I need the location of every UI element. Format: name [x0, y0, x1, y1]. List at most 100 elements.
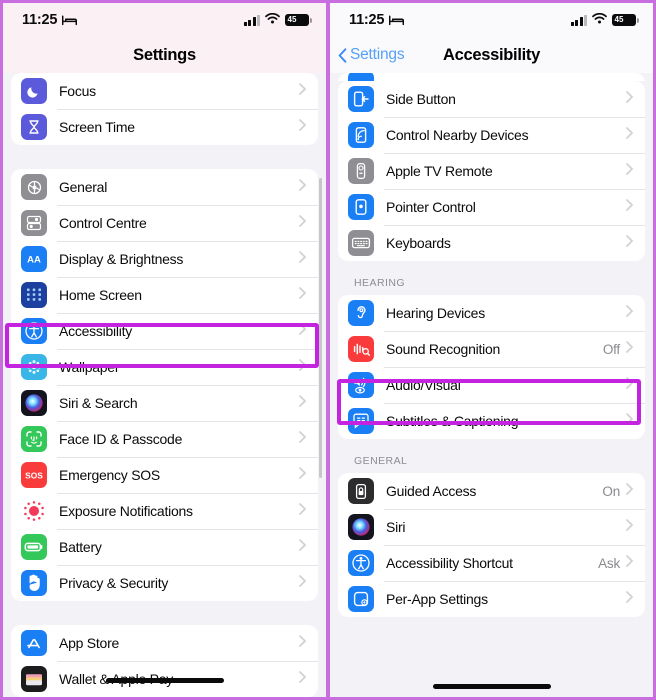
settings-row-privacy-security[interactable]: Privacy & Security [11, 565, 318, 601]
settings-row-wallpaper[interactable]: Wallpaper [11, 349, 318, 385]
settings-row-app-store[interactable]: App Store [11, 625, 318, 661]
row-label: Control Nearby Devices [386, 127, 529, 143]
accessibility-row-control-nearby-devices[interactable]: Control Nearby Devices [338, 117, 645, 153]
chevron-right-icon [626, 126, 634, 144]
system-group: General Control Centre AA Display & Brig… [11, 169, 318, 601]
face-id-icon [21, 426, 47, 452]
sound-recognition-icon [348, 336, 374, 362]
guided-access-lock-icon [348, 478, 374, 504]
settings-row-display-brightness[interactable]: AA Display & Brightness [11, 241, 318, 277]
row-label: Siri [386, 519, 406, 535]
row-label: Privacy & Security [59, 575, 169, 591]
chevron-right-icon [299, 118, 307, 136]
chevron-right-icon [626, 482, 634, 500]
settings-row-screen-time[interactable]: Screen Time [11, 109, 318, 145]
home-screen-grid-icon [21, 282, 47, 308]
right-status-bar: 11:25 45 [330, 3, 653, 37]
row-label: Accessibility [59, 323, 132, 339]
battery-level: 45 [287, 15, 297, 24]
status-time: 11:25 [349, 12, 385, 28]
focus-group: Focus Screen Time [11, 73, 318, 145]
chevron-left-icon [338, 47, 347, 63]
cellular-bars-icon [243, 14, 260, 26]
settings-row-home-screen[interactable]: Home Screen [11, 277, 318, 313]
cellular-bars-icon [570, 14, 587, 26]
chevron-right-icon [299, 394, 307, 412]
battery-green-icon [21, 534, 47, 560]
accessibility-row-hearing-devices[interactable]: Hearing Devices [338, 295, 645, 331]
partial-row[interactable] [338, 73, 645, 81]
partial-row-clip [330, 73, 653, 81]
row-label: Focus [59, 83, 96, 99]
hand-icon [21, 570, 47, 596]
row-label: Home Screen [59, 287, 142, 303]
accessibility-row-side-button[interactable]: Side Button [338, 81, 645, 117]
row-label: Apple TV Remote [386, 163, 493, 179]
accessibility-row-sound-recognition[interactable]: Sound Recognition Off [338, 331, 645, 367]
settings-row-accessibility[interactable]: Accessibility [11, 313, 318, 349]
settings-row-exposure-notifications[interactable]: Exposure Notifications [11, 493, 318, 529]
exposure-dot-icon [21, 498, 47, 524]
accessibility-row-audio-visual[interactable]: Audio/Visual [338, 367, 645, 403]
row-label: Audio/Visual [386, 377, 461, 393]
row-label: Display & Brightness [59, 251, 184, 267]
chevron-right-icon [299, 538, 307, 556]
row-value: Ask [598, 555, 620, 571]
row-label: Siri & Search [59, 395, 138, 411]
settings-row-control-centre[interactable]: Control Centre [11, 205, 318, 241]
subtitles-icon [348, 408, 374, 434]
row-label: Face ID & Passcode [59, 431, 183, 447]
partial-blue-icon [348, 73, 374, 81]
status-right: 45 [243, 11, 312, 29]
back-button[interactable]: Settings [330, 46, 405, 64]
per-app-settings-icon [348, 586, 374, 612]
ear-icon [348, 300, 374, 326]
right-nav-bar: Settings Accessibility [330, 37, 653, 73]
row-label: Pointer Control [386, 199, 476, 215]
accessibility-row-accessibility-shortcut[interactable]: Accessibility Shortcut Ask [338, 545, 645, 581]
row-label: Sound Recognition [386, 341, 501, 357]
settings-row-face-id-passcode[interactable]: Face ID & Passcode [11, 421, 318, 457]
settings-row-siri-search[interactable]: Siri & Search [11, 385, 318, 421]
row-label: Side Button [386, 91, 456, 107]
chevron-right-icon [299, 250, 307, 268]
right-accessibility-list[interactable]: Side Button Control Nearby Devices Apple… [330, 73, 653, 697]
chevron-right-icon [626, 376, 634, 394]
chevron-right-icon [299, 502, 307, 520]
left-settings-list[interactable]: Focus Screen Time General Control Centre… [3, 73, 326, 697]
chevron-right-icon [299, 178, 307, 196]
row-label: App Store [59, 635, 120, 651]
bed-icon [389, 14, 405, 26]
row-label: Accessibility Shortcut [386, 555, 513, 571]
accessibility-row-subtitles-captioning[interactable]: Subtitles & Captioning [338, 403, 645, 439]
accessibility-row-per-app-settings[interactable]: Per-App Settings [338, 581, 645, 617]
right-phone-screen: 11:25 45 Settings Accessibility Side But… [328, 0, 656, 700]
left-scrollbar[interactable] [319, 178, 322, 478]
status-left: 11:25 [349, 12, 405, 28]
hourglass-icon [21, 114, 47, 140]
accessibility-row-keyboards[interactable]: Keyboards [338, 225, 645, 261]
accessibility-row-apple-tv-remote[interactable]: Apple TV Remote [338, 153, 645, 189]
chevron-right-icon [626, 304, 634, 322]
back-label: Settings [350, 46, 405, 63]
status-time: 11:25 [22, 12, 58, 28]
siri-orb-icon [21, 390, 47, 416]
section-header-general: GENERAL [354, 455, 408, 467]
row-label: Screen Time [59, 119, 135, 135]
settings-row-battery[interactable]: Battery [11, 529, 318, 565]
accessibility-row-guided-access[interactable]: Guided Access On [338, 473, 645, 509]
gear-icon [21, 174, 47, 200]
settings-row-focus[interactable]: Focus [11, 73, 318, 109]
chevron-right-icon [299, 430, 307, 448]
partial-group-top [338, 73, 645, 81]
pointer-control-icon [348, 194, 374, 220]
settings-row-general[interactable]: General [11, 169, 318, 205]
accessibility-row-pointer-control[interactable]: Pointer Control [338, 189, 645, 225]
settings-row-emergency-sos[interactable]: SOS Emergency SOS [11, 457, 318, 493]
nearby-devices-icon [348, 122, 374, 148]
apple-tv-remote-icon [348, 158, 374, 184]
hearing-group: Hearing Devices Sound Recognition Off Au… [338, 295, 645, 439]
accessibility-row-siri[interactable]: Siri [338, 509, 645, 545]
